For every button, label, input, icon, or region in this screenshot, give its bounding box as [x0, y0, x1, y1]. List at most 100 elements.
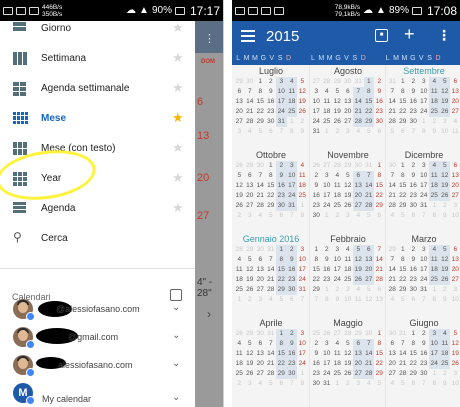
day-cell[interactable]: 17 [297, 349, 308, 359]
day-cell[interactable]: 12 [343, 181, 354, 191]
day-cell[interactable]: 21 [363, 191, 374, 201]
day-cell[interactable]: 13 [363, 255, 374, 265]
day-cell[interactable]: 9 [419, 339, 430, 349]
day-cell[interactable]: 27 [450, 107, 460, 117]
day-cell[interactable]: 20 [343, 107, 354, 117]
day-cell[interactable]: 14 [245, 97, 256, 107]
day-cell[interactable]: 2 [419, 329, 430, 339]
day-cell[interactable]: 2 [322, 245, 333, 255]
day-cell[interactable]: 24 [286, 191, 297, 201]
day-cell[interactable]: 18 [322, 107, 333, 117]
day-cell[interactable]: 3 [419, 77, 430, 87]
day-cell[interactable]: 9 [374, 87, 385, 97]
day-cell[interactable]: 1 [266, 161, 277, 171]
day-cell[interactable]: 29 [398, 201, 409, 211]
day-cell[interactable]: 12 [332, 97, 343, 107]
day-cell[interactable]: 19 [450, 349, 460, 359]
day-cell[interactable]: 5 [297, 77, 308, 87]
day-cell[interactable]: 7 [255, 171, 266, 181]
day-cell[interactable]: 7 [363, 339, 374, 349]
day-cell[interactable]: 12 [439, 171, 450, 181]
day-cell[interactable]: 17 [419, 265, 430, 275]
day-cell[interactable]: 8 [276, 255, 287, 265]
month-settembre[interactable]: Settembre 31 1 2 3 4 5 6 7 8 9 10 11 12 13 14 15 16 17 18 19… [387, 66, 460, 137]
day-cell[interactable]: 17 [286, 181, 297, 191]
day-cell[interactable]: 13 [450, 255, 460, 265]
day-cell[interactable]: 11 [297, 171, 308, 181]
day-cell[interactable]: 21 [363, 359, 374, 369]
day-cell[interactable]: 3 [332, 245, 343, 255]
day-cell[interactable]: 21 [398, 359, 409, 369]
go-to-date-icon[interactable]: ■ [375, 29, 388, 42]
month-novembre[interactable]: Novembre 26 27 28 29 30 31 1 2 3 4 5 6 7 8 9 10 11 12 13 14 1… [311, 150, 385, 221]
day-cell[interactable]: 7 [387, 171, 398, 181]
day-cell[interactable]: 19 [343, 191, 354, 201]
day-cell[interactable]: 6 [234, 87, 245, 97]
day-cell[interactable]: 19 [439, 265, 450, 275]
day-cell[interactable]: 6 [450, 245, 460, 255]
day-cell[interactable]: 12 [245, 265, 256, 275]
star-icon[interactable]: ★ [172, 170, 184, 186]
day-cell[interactable]: 14 [266, 265, 277, 275]
day-cell[interactable]: 12 [343, 349, 354, 359]
day-cell[interactable]: 22 [398, 275, 409, 285]
day-cell[interactable]: 28 [363, 201, 374, 211]
day-cell[interactable]: 18 [332, 359, 343, 369]
day-cell[interactable]: 27 [353, 201, 364, 211]
day-cell[interactable]: 11 [322, 97, 333, 107]
day-cell[interactable]: 11 [332, 349, 343, 359]
day-cell[interactable]: 28 [387, 285, 398, 295]
day-cell[interactable]: 26 [439, 191, 450, 201]
day-cell[interactable]: 7 [363, 171, 374, 181]
day-cell[interactable]: 15 [398, 265, 409, 275]
day-cell[interactable]: 20 [245, 191, 256, 201]
day-cell[interactable]: 22 [311, 275, 322, 285]
day-cell[interactable]: 15 [374, 181, 385, 191]
day-cell[interactable]: 9 [276, 171, 287, 181]
account-row[interactable]: M My calendar ⌄ [0, 380, 195, 407]
day-cell[interactable]: 22 [398, 107, 409, 117]
day-cell[interactable]: 14 [374, 255, 385, 265]
day-cell[interactable]: 16 [286, 349, 297, 359]
day-cell[interactable]: 13 [255, 349, 266, 359]
day-cell[interactable]: 30 [374, 117, 385, 127]
day-cell[interactable]: 7 [387, 255, 398, 265]
day-cell[interactable]: 9 [322, 255, 333, 265]
day-cell[interactable]: 15 [266, 181, 277, 191]
day-cell[interactable]: 10 [276, 87, 287, 97]
day-cell[interactable]: 17 [429, 349, 440, 359]
day-cell[interactable]: 30 [311, 379, 322, 389]
day-cell[interactable]: 28 [353, 117, 364, 127]
day-cell[interactable]: 6 [353, 339, 364, 349]
day-cell[interactable]: 21 [387, 107, 398, 117]
day-cell[interactable]: 22 [363, 107, 374, 117]
day-cell[interactable]: 2 [286, 245, 297, 255]
day-cell[interactable]: 8 [398, 255, 409, 265]
day-cell[interactable]: 23 [311, 369, 322, 379]
day-cell[interactable]: 29 [255, 117, 266, 127]
day-cell[interactable]: 25 [429, 275, 440, 285]
star-icon[interactable]: ★ [172, 200, 184, 216]
day-cell[interactable]: 6 [387, 339, 398, 349]
day-cell[interactable]: 28 [374, 275, 385, 285]
day-cell[interactable]: 28 [245, 117, 256, 127]
day-cell[interactable]: 24 [419, 107, 430, 117]
day-cell[interactable]: 22 [276, 275, 287, 285]
day-cell[interactable]: 3 [419, 161, 430, 171]
day-cell[interactable]: 22 [276, 359, 287, 369]
day-cell[interactable]: 27 [255, 369, 266, 379]
day-cell[interactable]: 11 [234, 349, 245, 359]
day-cell[interactable]: 10 [322, 181, 333, 191]
day-cell[interactable]: 22 [266, 191, 277, 201]
chevron-down-icon[interactable]: ⌄ [172, 358, 180, 369]
day-cell[interactable]: 24 [322, 369, 333, 379]
day-cell[interactable]: 8 [276, 339, 287, 349]
day-cell[interactable]: 11 [286, 87, 297, 97]
day-cell[interactable]: 28 [266, 285, 277, 295]
day-cell[interactable]: 15 [311, 265, 322, 275]
chevron-down-icon[interactable]: ⌄ [172, 302, 180, 313]
day-cell[interactable]: 9 [408, 255, 419, 265]
day-cell[interactable]: 30 [408, 117, 419, 127]
star-icon[interactable]: ★ [172, 50, 184, 66]
day-cell[interactable]: 10 [322, 349, 333, 359]
